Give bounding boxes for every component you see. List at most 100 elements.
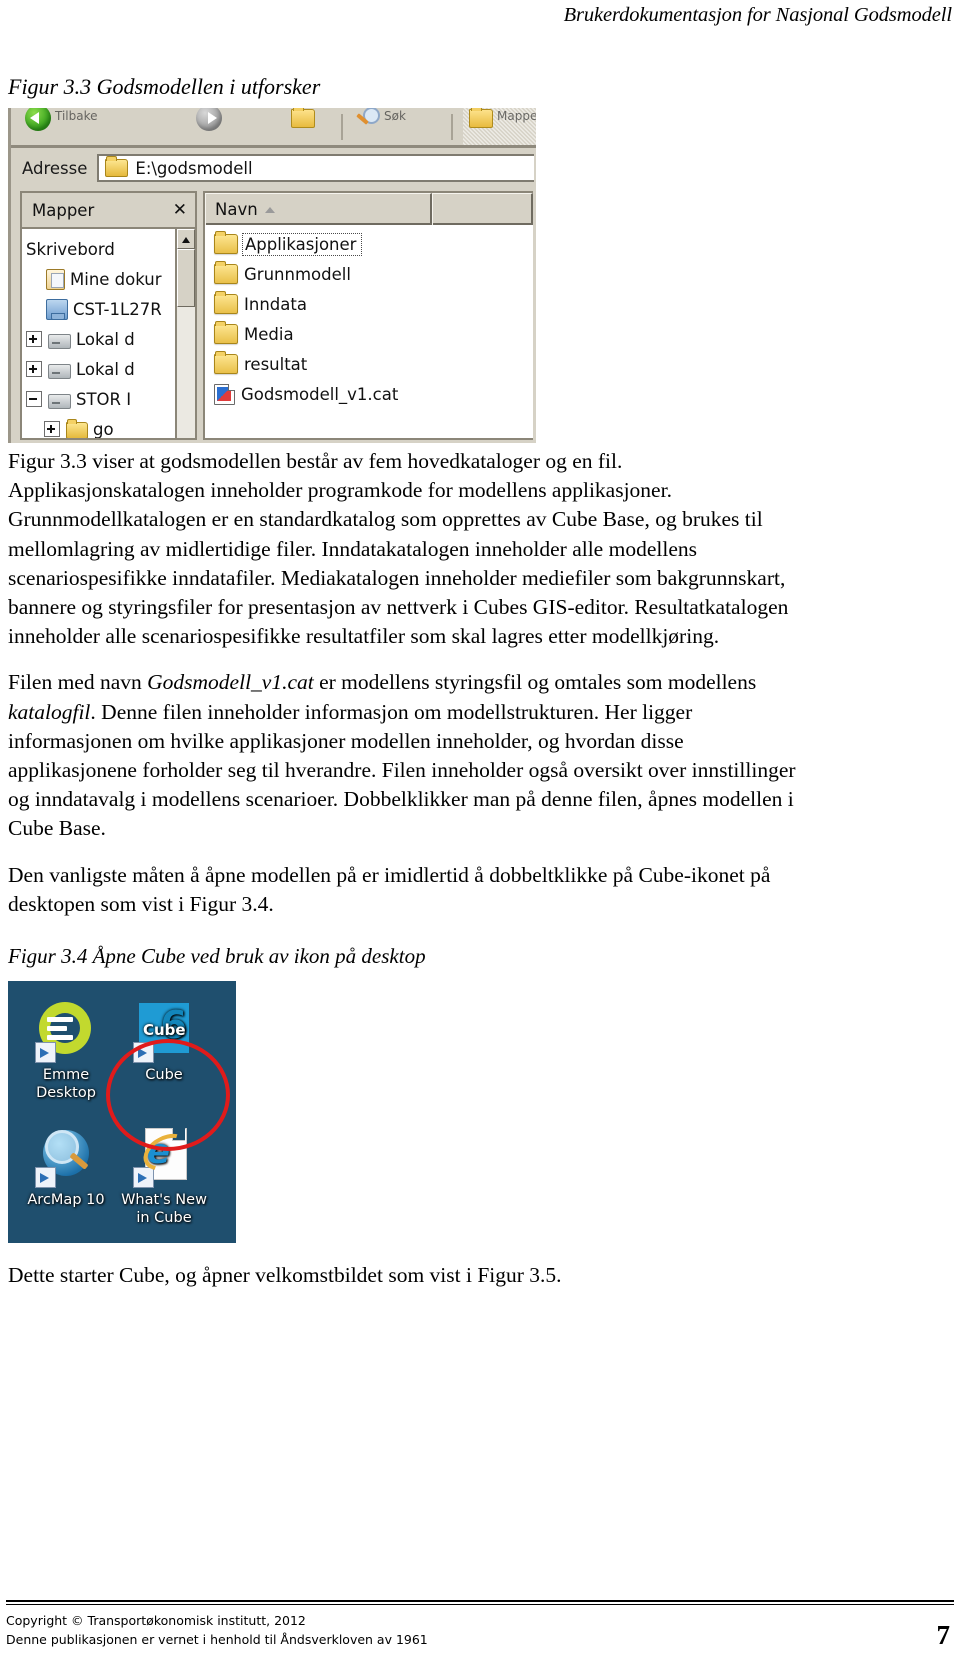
paragraph-1: Figur 3.3 viser at godsmodellen består a… bbox=[8, 449, 789, 649]
desktop-icon-label-line2: Desktop bbox=[36, 1085, 96, 1102]
page-content: Figur 3.3 Godsmodellen i utforsker Tilba… bbox=[8, 72, 952, 1307]
column-header-label: Navn bbox=[215, 200, 258, 219]
expand-plus-icon[interactable] bbox=[26, 331, 42, 347]
expand-plus-icon[interactable] bbox=[26, 361, 42, 377]
toolbar-search-label: Søk bbox=[384, 109, 406, 123]
tree-item-label: Skrivebord bbox=[26, 239, 115, 259]
forward-arrow-icon bbox=[196, 108, 222, 131]
paragraph-2-part-a: Filen med navn bbox=[8, 670, 148, 695]
address-input[interactable]: E:\godsmodell bbox=[97, 154, 534, 182]
paragraph-2: Filen med navn Godsmodell_v1.cat er mode… bbox=[8, 668, 814, 843]
file-row-media[interactable]: Media bbox=[205, 319, 533, 349]
tree-item-lokal-disk-1[interactable]: Lokal d bbox=[22, 324, 195, 354]
folder-up-icon bbox=[291, 108, 315, 128]
toolbar-folders-inner: Mapper bbox=[469, 108, 536, 148]
tree-item-computer[interactable]: CST-1L27R bbox=[22, 294, 195, 324]
close-icon[interactable]: ✕ bbox=[173, 201, 187, 219]
toolbar-up-button[interactable] bbox=[291, 108, 315, 148]
file-row-resultat[interactable]: resultat bbox=[205, 349, 533, 379]
scroll-up-icon[interactable] bbox=[177, 229, 195, 249]
desktop-icon-label-line1: What's New bbox=[121, 1192, 207, 1209]
file-name: Godsmodell_v1.cat bbox=[241, 384, 399, 404]
column-header-secondary[interactable] bbox=[431, 193, 533, 225]
explorer-toolbar: Tilbake Søk Mapper bbox=[8, 108, 536, 148]
file-row-grunnmodell[interactable]: Grunnmodell bbox=[205, 259, 533, 289]
figure-3-4-desktop-screenshot: Emme Desktop 6 Cube Cube ArcMap 10 e Wha… bbox=[8, 981, 236, 1244]
paragraph-3: Den vanligste måten å åpne modellen på e… bbox=[8, 862, 771, 916]
paragraph-4: Dette starter Cube, og åpner velkomstbil… bbox=[8, 1263, 562, 1288]
running-title: Brukerdokumentasjon for Nasjonal Godsmod… bbox=[563, 4, 953, 26]
address-value: E:\godsmodell bbox=[135, 158, 253, 178]
tree-item-label: go bbox=[93, 419, 114, 439]
file-list-column-headers: Navn bbox=[205, 193, 533, 225]
expand-plus-icon[interactable] bbox=[44, 421, 60, 437]
folders-pane: Mapper ✕ Skrivebord Mine dokur CST-1L27R… bbox=[20, 191, 197, 440]
file-name: Media bbox=[244, 324, 294, 344]
file-row-inndata[interactable]: Inndata bbox=[205, 289, 533, 319]
scrollbar-thumb[interactable] bbox=[177, 249, 195, 307]
tree-item-label: Mine dokur bbox=[70, 269, 162, 289]
computer-icon bbox=[46, 298, 68, 320]
shortcut-arrow-icon bbox=[35, 1042, 56, 1064]
folders-scrollbar[interactable] bbox=[175, 229, 195, 438]
file-row-godsmodell-cat[interactable]: Godsmodell_v1.cat bbox=[205, 379, 533, 409]
folders-pane-header: Mapper ✕ bbox=[22, 193, 195, 229]
back-arrow-icon bbox=[25, 108, 51, 131]
shortcut-arrow-icon bbox=[35, 1167, 56, 1189]
cat-file-icon bbox=[214, 383, 235, 405]
toolbar-forward-button[interactable] bbox=[196, 108, 222, 148]
file-list-pane: Navn Applikasjoner Grunnmodell Inndata M… bbox=[203, 191, 533, 440]
tree-item-stor-disk[interactable]: STOR I bbox=[22, 384, 195, 414]
drive-icon bbox=[48, 393, 71, 409]
desktop-icon-label-line1: ArcMap 10 bbox=[27, 1192, 105, 1209]
footer-divider bbox=[6, 1600, 954, 1605]
magnifier-handle-icon bbox=[69, 1152, 89, 1170]
page-number: 7 bbox=[936, 1620, 951, 1650]
toolbar-back-button[interactable]: Tilbake bbox=[25, 108, 98, 148]
tree-item-lokal-disk-2[interactable]: Lokal d bbox=[22, 354, 195, 384]
footer-body: Copyright © Transportøkonomisk institutt… bbox=[6, 1611, 954, 1649]
folders-pane-title: Mapper bbox=[32, 200, 95, 220]
page-running-header: Brukerdokumentasjon for Nasjonal Godsmod… bbox=[0, 0, 960, 40]
file-name: Inndata bbox=[244, 294, 307, 314]
sort-ascending-icon bbox=[264, 206, 275, 213]
toolbar-folders-button-pressed[interactable]: Mapper bbox=[463, 108, 536, 148]
desktop-icon-emme-desktop[interactable]: Emme Desktop bbox=[14, 1001, 118, 1102]
folder-icon bbox=[214, 321, 238, 344]
file-row-applikasjoner[interactable]: Applikasjoner bbox=[205, 229, 533, 259]
figure-3-3-caption: Figur 3.3 Godsmodellen i utforsker bbox=[8, 74, 321, 99]
arcmap-icon bbox=[35, 1126, 97, 1189]
file-list-rows: Applikasjoner Grunnmodell Inndata Media bbox=[205, 225, 533, 409]
tree-item-label: CST-1L27R bbox=[73, 299, 162, 319]
folder-icon bbox=[214, 261, 238, 284]
desktop-icon-label-line1: Emme bbox=[42, 1067, 90, 1084]
collapse-minus-icon[interactable] bbox=[26, 391, 42, 407]
cube-tile-text: Cube bbox=[143, 1021, 186, 1040]
column-header-navn[interactable]: Navn bbox=[205, 193, 432, 225]
folders-icon bbox=[469, 108, 493, 128]
desktop-icon-arcmap-10[interactable]: ArcMap 10 bbox=[14, 1126, 118, 1209]
folder-icon bbox=[214, 231, 238, 254]
folder-tree: Skrivebord Mine dokur CST-1L27R Lokal d … bbox=[22, 229, 195, 439]
folder-icon bbox=[214, 351, 238, 374]
tree-item-godsmodell[interactable]: go bbox=[22, 414, 195, 439]
drive-icon bbox=[48, 363, 71, 379]
drive-icon bbox=[48, 333, 71, 349]
explorer-panes: Mapper ✕ Skrivebord Mine dokur CST-1L27R… bbox=[8, 188, 536, 443]
figure-3-3-explorer-screenshot: Tilbake Søk Mapper Adresse bbox=[8, 108, 536, 443]
tree-item-label: Lokal d bbox=[76, 329, 135, 349]
tree-item-skrivebord[interactable]: Skrivebord bbox=[22, 234, 195, 264]
file-name-emphasis: Godsmodell_v1.cat bbox=[147, 670, 314, 695]
paragraph-2-part-b: er modellens styringsfil og omtales som … bbox=[313, 670, 757, 695]
paragraph-2-part-c: . Denne filen inneholder informasjon om … bbox=[8, 699, 796, 841]
file-name: Applikasjoner bbox=[242, 232, 363, 256]
tree-item-mine-dokumenter[interactable]: Mine dokur bbox=[22, 264, 195, 294]
figure-3-4-caption: Figur 3.4 Åpne Cube ved bruk av ikon på … bbox=[8, 944, 426, 969]
page-footer: Copyright © Transportøkonomisk institutt… bbox=[6, 1600, 954, 1649]
address-folder-icon bbox=[105, 156, 129, 177]
toolbar-folders-label: Mapper bbox=[497, 109, 536, 123]
documents-icon bbox=[46, 268, 65, 290]
tree-item-label: Lokal d bbox=[76, 359, 135, 379]
toolbar-search-button[interactable]: Søk bbox=[356, 108, 406, 148]
footer-line-1: Copyright © Transportøkonomisk institutt… bbox=[6, 1613, 306, 1628]
